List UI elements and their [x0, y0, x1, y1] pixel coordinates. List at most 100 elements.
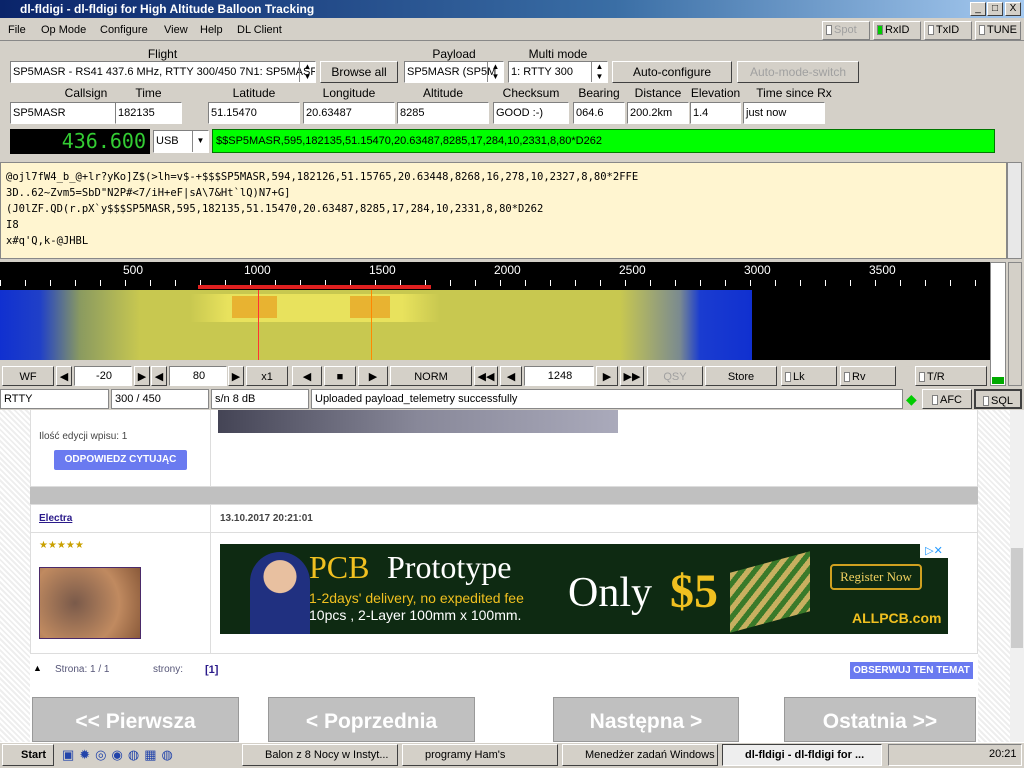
auto-mode-switch-button[interactable]: Auto-mode-switch [737, 61, 859, 83]
telemetry-field[interactable]: 182135 [115, 102, 182, 124]
browser-scrollbar[interactable] [1010, 410, 1024, 742]
start-button[interactable]: Start [2, 744, 54, 766]
tune-toggle[interactable]: TUNE [975, 21, 1021, 40]
telemetry-field[interactable]: 064.6 [573, 102, 625, 124]
previous-page-button[interactable]: < Poprzednia [268, 697, 475, 742]
next-page-button[interactable]: Następna > [553, 697, 739, 742]
ad-person-image [250, 552, 310, 634]
fast-right-button[interactable]: ▶▶ [620, 366, 644, 386]
telemetry-field[interactable]: GOOD :-) [493, 102, 569, 124]
menu-file[interactable]: File [8, 24, 26, 36]
right-button[interactable]: ▶ [596, 366, 618, 386]
telemetry-field[interactable]: 1.4 [690, 102, 741, 124]
author-link[interactable]: Electra [39, 513, 72, 524]
range-increment-button[interactable]: ▶ [228, 366, 244, 386]
window-title: dl-fldigi - dl-fldigi for High Altitude … [20, 2, 315, 16]
payload-select[interactable]: SP5MASR (SP5M ▲ ▼ [404, 61, 504, 83]
browse-all-button[interactable]: Browse all [320, 61, 398, 83]
reply-quote-button[interactable]: ODPOWIEDZ CYTUJĄC [54, 450, 187, 470]
pause-button[interactable]: ■ [324, 366, 356, 386]
telemetry-field[interactable]: 200.2km [627, 102, 689, 124]
rx-text-area[interactable]: @ojl7fW4_b_@+lr?yKo]Z$(>lh=v$-+$$$SP5MAS… [0, 162, 1007, 259]
post-date: 13.10.2017 20:21:01 [220, 513, 313, 524]
scale-label: 3500 [869, 263, 896, 277]
ad-close-icon[interactable]: ▷✕ [920, 544, 948, 558]
menu-bar [0, 19, 1024, 41]
maximize-button[interactable]: □ [987, 2, 1003, 16]
telemetry-label: Longitude [322, 86, 376, 100]
minimize-button[interactable]: _ [970, 2, 986, 16]
scale-label: 1500 [369, 263, 396, 277]
status-message: Uploaded payload_telemetry successfully [311, 389, 903, 409]
low-increment-button[interactable]: ▶ [134, 366, 150, 386]
range-input[interactable]: 80 [169, 366, 227, 386]
multi-mode-select[interactable]: 1: RTTY 300 ▲ ▼ [508, 61, 608, 83]
waterfall[interactable] [0, 290, 990, 360]
tr-toggle[interactable]: T/R [915, 366, 987, 386]
afc-toggle[interactable]: AFC [922, 389, 972, 409]
telemetry-field[interactable]: 20.63487 [303, 102, 395, 124]
task-dl-fldigi[interactable]: dl-fldigi - dl-fldigi for ... [722, 744, 882, 766]
zoom-button[interactable]: x1 [246, 366, 288, 386]
audio-frequency-input[interactable]: 1248 [524, 366, 594, 386]
spot-toggle[interactable]: Spot [822, 21, 870, 40]
watch-topic-button[interactable]: OBSERWUJ TEN TEMAT [850, 662, 973, 679]
close-button[interactable]: X [1005, 2, 1021, 16]
menu-configure[interactable]: Configure [100, 24, 148, 36]
low-decrement-button[interactable]: ◀ [56, 366, 72, 386]
avatar [39, 567, 141, 639]
waterfall-mode-button[interactable]: WF [2, 366, 54, 386]
menu-view[interactable]: View [164, 24, 188, 36]
qsy-button[interactable]: QSY [647, 366, 703, 386]
dropdown-icon: ▼ [192, 131, 208, 152]
task-folder[interactable]: programy Ham's [402, 744, 558, 766]
rxid-toggle[interactable]: RxID [873, 21, 921, 40]
mark-tone [232, 296, 277, 318]
scroll-top-icon[interactable]: ▲ [33, 663, 42, 673]
left-button[interactable]: ◀ [500, 366, 522, 386]
fast-left-button[interactable]: ◀◀ [474, 366, 498, 386]
txid-toggle[interactable]: TxID [924, 21, 972, 40]
flight-select[interactable]: SP5MASR - RS41 437.6 MHz, RTTY 300/450 7… [10, 61, 316, 83]
first-page-button[interactable]: << Pierwsza [32, 697, 239, 742]
rx-scrollbar[interactable] [1007, 162, 1022, 259]
ad-title: Prototype [387, 549, 512, 585]
title-bar: dl-fldigi - dl-fldigi for High Altitude … [0, 0, 1024, 18]
frequency-display[interactable]: 436.600 [10, 129, 150, 154]
reverse-toggle[interactable]: Rv [840, 366, 896, 386]
ad-only: Only [568, 570, 652, 616]
flight-label: Flight [147, 47, 178, 61]
ad-text: 10pcs , 2-Layer 100mm x 100mm. [309, 607, 522, 623]
range-decrement-button[interactable]: ◀ [151, 366, 167, 386]
faster-button[interactable]: ▶ [358, 366, 388, 386]
norm-button[interactable]: NORM [390, 366, 472, 386]
sql-toggle[interactable]: SQL [974, 389, 1022, 409]
last-page-button[interactable]: Ostatnia >> [784, 697, 976, 742]
low-level-input[interactable]: -20 [74, 366, 132, 386]
ad-banner[interactable]: PCB Prototype 1-2days' delivery, no expe… [220, 544, 948, 634]
quick-launch-icons[interactable]: ▣✹◎◉◍▦◍ [62, 747, 230, 763]
store-button[interactable]: Store [705, 366, 777, 386]
multi-mode-label: Multi mode [528, 47, 588, 61]
task-browser[interactable]: Balon z 8 Nocy w Instyt... [242, 744, 398, 766]
auto-configure-button[interactable]: Auto-configure [612, 61, 732, 83]
ad-register-button[interactable]: Register Now [830, 564, 922, 590]
telemetry-field[interactable]: just now [743, 102, 825, 124]
telemetry-field[interactable]: 8285 [397, 102, 489, 124]
task-task-manager[interactable]: Menedżer zadań Windows [562, 744, 718, 766]
menu-help[interactable]: Help [200, 24, 223, 36]
page-link[interactable]: [1] [205, 664, 218, 676]
sideband-select[interactable]: USB ▼ [153, 130, 209, 153]
menu-op-mode[interactable]: Op Mode [41, 24, 86, 36]
slower-button[interactable]: ◀ [292, 366, 322, 386]
space-tone [350, 296, 390, 318]
frequency-scale[interactable]: 500 1000 1500 2000 2500 3000 3500 [0, 262, 990, 290]
menu-dl-client[interactable]: DL Client [237, 24, 282, 36]
ad-text: 1-2days' delivery, no expedited fee [309, 590, 524, 606]
telemetry-label: Time since Rx [756, 86, 832, 100]
squelch-slider[interactable] [1008, 262, 1022, 386]
ad-price: $5 [670, 565, 718, 618]
telemetry-field[interactable]: 51.15470 [208, 102, 300, 124]
lock-toggle[interactable]: Lk [781, 366, 837, 386]
scale-ticks [0, 280, 990, 286]
